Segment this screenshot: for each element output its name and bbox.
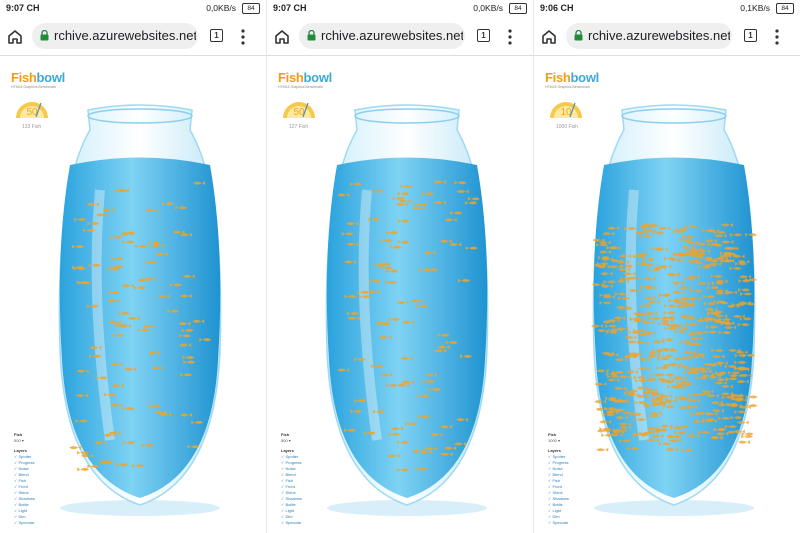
phone-screen: 9:06 CH 0,1KB/s 84 rchive.azurewebsites.…	[534, 0, 800, 533]
toolbar-divider	[0, 55, 266, 56]
toolbar-divider	[267, 55, 533, 56]
url-text: rchive.azurewebsites.net	[588, 28, 730, 43]
screenshots-row: 9:07 CH 0,0KB/s 84 rchive.azurewebsites.…	[0, 0, 800, 533]
lock-icon	[307, 30, 316, 41]
browser-toolbar: rchive.azurewebsites.net 1	[0, 20, 266, 52]
address-bar[interactable]: rchive.azurewebsites.net	[566, 23, 732, 49]
controls-panel: Fish 500 ▾ Layers ✓ Spotter ✓ Progress ✓ N…	[281, 432, 302, 526]
home-icon[interactable]	[273, 28, 291, 46]
layer-checkbox-specular[interactable]: ✓ Specular	[14, 520, 35, 526]
home-icon[interactable]	[540, 28, 558, 46]
fish-select[interactable]: 500 ▾	[281, 438, 302, 444]
fishbowl-canvas	[325, 104, 489, 516]
fish-select[interactable]: 1000 ▾	[548, 438, 569, 444]
more-menu-icon[interactable]	[240, 28, 246, 46]
goldfish	[77, 467, 90, 472]
lock-icon	[574, 30, 583, 41]
fishbowl-logo: Fishbowl HTML5 Graphics Benchmark	[545, 70, 599, 89]
fishbowl-canvas	[591, 104, 758, 516]
more-menu-icon[interactable]	[774, 28, 780, 46]
network-speed: 0,0KB/s	[473, 3, 503, 13]
toolbar-divider	[534, 55, 800, 56]
url-text: rchive.azurewebsites.net	[321, 28, 463, 43]
goldfish	[738, 440, 751, 445]
logo-fish-text: Fish	[278, 70, 304, 85]
logo-bowl-text: bowl	[303, 70, 333, 85]
logo-bowl-text: bowl	[570, 70, 600, 85]
tab-switcher-button[interactable]: 1	[744, 29, 757, 42]
address-bar[interactable]: rchive.azurewebsites.net	[299, 23, 465, 49]
phone-screen: 9:07 CH 0,0KB/s 84 rchive.azurewebsites.…	[0, 0, 266, 533]
tab-switcher-button[interactable]: 1	[210, 29, 223, 42]
status-time: 9:07 CH	[273, 3, 307, 13]
status-bar: 9:07 CH 0,0KB/s 84	[0, 0, 266, 18]
status-bar: 9:07 CH 0,0KB/s 84	[267, 0, 533, 18]
battery-icon: 84	[776, 3, 794, 14]
network-speed: 0,0KB/s	[206, 3, 236, 13]
fish-count-label: 127 Fish	[289, 124, 309, 130]
browser-toolbar: rchive.azurewebsites.net 1	[534, 20, 800, 52]
controls-panel: Fish 500 ▾ Layers ✓ Spotter ✓ Progress ✓ N…	[14, 432, 35, 526]
logo-subtitle: HTML5 Graphics Benchmark	[545, 85, 591, 89]
fish-select[interactable]: 500 ▾	[14, 438, 35, 444]
battery-icon: 84	[509, 3, 527, 14]
network-speed: 0,1KB/s	[740, 3, 770, 13]
logo-subtitle: HTML5 Graphics Benchmark	[11, 85, 57, 89]
logo-fish-text: Fish	[545, 70, 571, 85]
url-text: rchive.azurewebsites.net	[54, 28, 196, 43]
logo-fish-text: Fish	[11, 70, 37, 85]
fish-count-label: 133 Fish	[22, 124, 42, 130]
status-bar: 9:06 CH 0,1KB/s 84	[534, 0, 800, 18]
layer-checkbox-specular[interactable]: ✓ Specular	[281, 520, 302, 526]
fishbowl-logo: Fishbowl HTML5 Graphics Benchmark	[11, 70, 65, 89]
more-menu-icon[interactable]	[507, 28, 513, 46]
logo-bowl-text: bowl	[36, 70, 66, 85]
controls-panel: Fish 1000 ▾ Layers ✓ Spotter ✓ Progress ✓ …	[548, 432, 569, 526]
fishbowl-canvas	[58, 104, 222, 516]
goldfish	[596, 447, 609, 452]
status-time: 9:07 CH	[6, 3, 40, 13]
battery-icon: 84	[242, 3, 260, 14]
fishbowl-logo: Fishbowl HTML5 Graphics Benchmark	[278, 70, 332, 89]
status-time: 9:06 CH	[540, 3, 574, 13]
logo-subtitle: HTML5 Graphics Benchmark	[278, 85, 324, 89]
phone-screen: 9:07 CH 0,0KB/s 84 rchive.azurewebsites.…	[267, 0, 533, 533]
address-bar[interactable]: rchive.azurewebsites.net	[32, 23, 198, 49]
home-icon[interactable]	[6, 28, 24, 46]
browser-toolbar: rchive.azurewebsites.net 1	[267, 20, 533, 52]
lock-icon	[40, 30, 49, 41]
tab-switcher-button[interactable]: 1	[477, 29, 490, 42]
layer-checkbox-specular[interactable]: ✓ Specular	[548, 520, 569, 526]
